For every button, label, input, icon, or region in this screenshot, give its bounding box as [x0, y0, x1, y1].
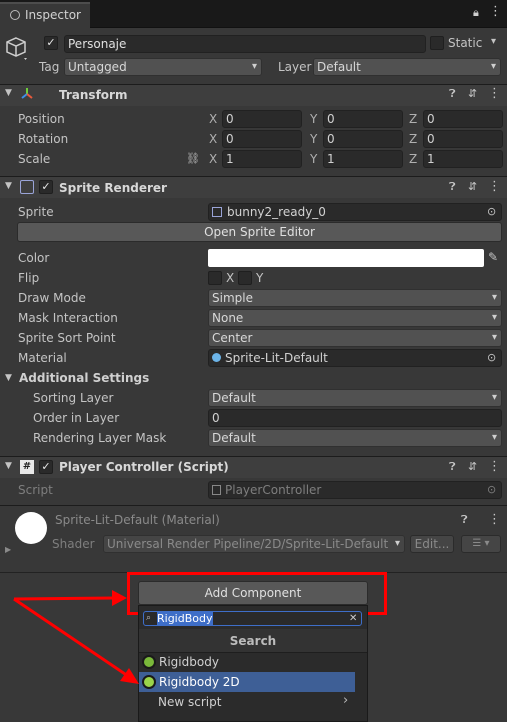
red-arrow-annotation: [13, 590, 139, 684]
